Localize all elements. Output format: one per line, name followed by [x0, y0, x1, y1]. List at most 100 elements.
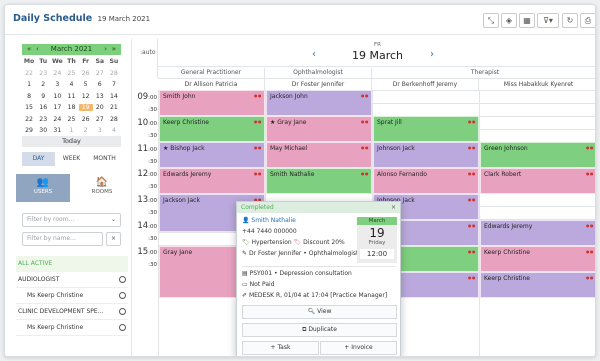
calendar-day[interactable]: 1: [22, 81, 36, 88]
tag-icon: 🏷: [293, 239, 302, 246]
appointment-card[interactable]: Edwards Jeremy ●●: [480, 220, 595, 246]
next-day-icon[interactable]: ›: [430, 49, 434, 60]
week-view-button[interactable]: WEEK: [55, 152, 88, 166]
patient-name-link[interactable]: Smith Nathalie: [251, 217, 295, 224]
list-item[interactable]: Ms Keerp Christine: [16, 288, 128, 304]
appointment-card[interactable]: Smith John ●●: [159, 90, 265, 116]
today-button[interactable]: Today: [22, 136, 121, 147]
task-label: Task: [277, 344, 291, 351]
calendar-day[interactable]: 2: [36, 81, 50, 88]
prev-day-icon[interactable]: ‹: [312, 49, 316, 60]
calendar-day[interactable]: 24: [50, 116, 64, 123]
radio-icon[interactable]: [119, 324, 126, 331]
appointment-card[interactable]: Green Johnson ●●: [480, 142, 595, 168]
calendar-day[interactable]: 28: [107, 116, 121, 123]
refresh-icon[interactable]: ↻: [562, 13, 578, 28]
calendar-day[interactable]: 23: [36, 70, 50, 77]
room-filter-input[interactable]: Filter by room... ⌄: [22, 213, 121, 227]
calendar-day[interactable]: 29: [22, 127, 36, 134]
half-hour-label: :30: [148, 184, 157, 191]
radio-icon[interactable]: [119, 292, 126, 299]
calendar-day[interactable]: 3: [93, 127, 107, 134]
next-year-button[interactable]: »: [112, 44, 116, 55]
calendar-day[interactable]: 14: [107, 93, 121, 100]
list-item-all-active[interactable]: ALL ACTIVE: [16, 256, 128, 272]
appointment-card[interactable]: ★ Bishop Jack ●●: [159, 142, 265, 168]
day-view-button[interactable]: DAY: [22, 152, 55, 166]
calendar-day[interactable]: 28: [107, 70, 121, 77]
calendar-day[interactable]: 23: [36, 116, 50, 123]
appointment-card[interactable]: Smith Nathalie ●●: [266, 168, 372, 194]
calendar-day[interactable]: 16: [36, 104, 50, 111]
calendar-day[interactable]: 7: [107, 81, 121, 88]
appointment-card[interactable]: Johnson Jack ●●: [373, 142, 479, 168]
calendar-day[interactable]: 11: [64, 93, 78, 100]
add-task-button[interactable]: + Task: [242, 341, 319, 355]
calendar-day[interactable]: 24: [50, 70, 64, 77]
users-toggle[interactable]: 👥 USERS: [16, 174, 70, 202]
appointment-card[interactable]: Sprat Jill ●●: [373, 116, 479, 142]
calendar-day[interactable]: 15: [22, 104, 36, 111]
rooms-toggle[interactable]: 🏠 ROOMS: [75, 174, 129, 202]
print-icon[interactable]: ⎙: [580, 13, 595, 28]
calendar-day[interactable]: 25: [64, 116, 78, 123]
appointment-card[interactable]: Alonso Fernando ●●: [373, 168, 479, 194]
month-view-button[interactable]: MONTH: [88, 152, 121, 166]
weekday-label: Su: [109, 58, 119, 66]
calendar-day[interactable]: 26: [79, 116, 93, 123]
calendar-day[interactable]: 4: [107, 127, 121, 134]
calendar-day[interactable]: 19: [78, 104, 93, 112]
appointment-card[interactable]: ★ Gray Jane ●●: [266, 116, 372, 142]
appointment-card[interactable]: Keerp Christine ●●: [480, 246, 595, 272]
calendar-day[interactable]: 6: [93, 81, 107, 88]
calendar-day[interactable]: 22: [22, 116, 36, 123]
calendar-day[interactable]: 25: [64, 70, 78, 77]
calendar-day[interactable]: 27: [93, 70, 107, 77]
calendar-day[interactable]: 22: [22, 70, 36, 77]
week-row: 15 16 17 18 19 20 21: [22, 102, 121, 114]
calendar-day[interactable]: 3: [50, 81, 64, 88]
grid-icon[interactable]: ▦: [519, 13, 535, 28]
name-filter-input[interactable]: Filter by name...: [22, 232, 103, 246]
duplicate-button[interactable]: ⧉ Duplicate: [242, 323, 397, 337]
minute-text: :00: [148, 95, 157, 101]
calendar-day[interactable]: 4: [64, 81, 78, 88]
appointment-card[interactable]: May Michael ●●: [266, 142, 372, 168]
next-month-button[interactable]: ›: [104, 44, 107, 55]
view-button[interactable]: 🔍︎ View: [242, 305, 397, 319]
appointment-card[interactable]: Jackson John ●●: [266, 90, 372, 116]
appointment-card[interactable]: Clark Robert ●●: [480, 168, 595, 194]
list-item[interactable]: AUDIOLOGIST: [16, 272, 128, 288]
collapse-icon[interactable]: ⤡: [483, 13, 499, 28]
layers-icon[interactable]: ◈: [501, 13, 517, 28]
calendar-day[interactable]: 9: [36, 93, 50, 100]
doctor-header: Miss Habakkuk Kyenret: [479, 78, 595, 90]
calendar-day[interactable]: 10: [50, 93, 64, 100]
add-invoice-button[interactable]: + Invoice: [320, 341, 397, 355]
calendar-day[interactable]: 1: [64, 127, 78, 134]
calendar-day[interactable]: 2: [79, 127, 93, 134]
appointment-card[interactable]: Edwards Jeremy ●●: [159, 168, 265, 194]
calendar-day[interactable]: 20: [93, 104, 107, 111]
radio-icon[interactable]: [119, 276, 126, 283]
calendar-day[interactable]: 27: [93, 116, 107, 123]
appointment-card[interactable]: Keerp Christine ●●: [159, 116, 265, 142]
calendar-day[interactable]: 12: [79, 93, 93, 100]
calendar-day[interactable]: 26: [79, 70, 93, 77]
filter-icon[interactable]: ⊽▾: [537, 13, 559, 28]
calendar-day[interactable]: 13: [93, 93, 107, 100]
room-filter-placeholder: Filter by room...: [27, 216, 75, 223]
calendar-day[interactable]: 21: [107, 104, 121, 111]
calendar-day[interactable]: 31: [50, 127, 64, 134]
calendar-day[interactable]: 30: [36, 127, 50, 134]
close-icon[interactable]: ×: [391, 202, 396, 213]
calendar-day[interactable]: 5: [79, 81, 93, 88]
radio-icon[interactable]: [119, 308, 126, 315]
calendar-day[interactable]: 17: [50, 104, 64, 111]
appointment-card[interactable]: Keerp Christine ●●: [480, 272, 595, 298]
list-item[interactable]: Ms Keerp Christine: [16, 320, 128, 336]
calendar-day[interactable]: 8: [22, 93, 36, 100]
list-item[interactable]: CLINIC DEVELOPMENT SPE...: [16, 304, 128, 320]
clear-filter-button[interactable]: ×: [106, 232, 121, 246]
calendar-day[interactable]: 18: [64, 104, 78, 111]
